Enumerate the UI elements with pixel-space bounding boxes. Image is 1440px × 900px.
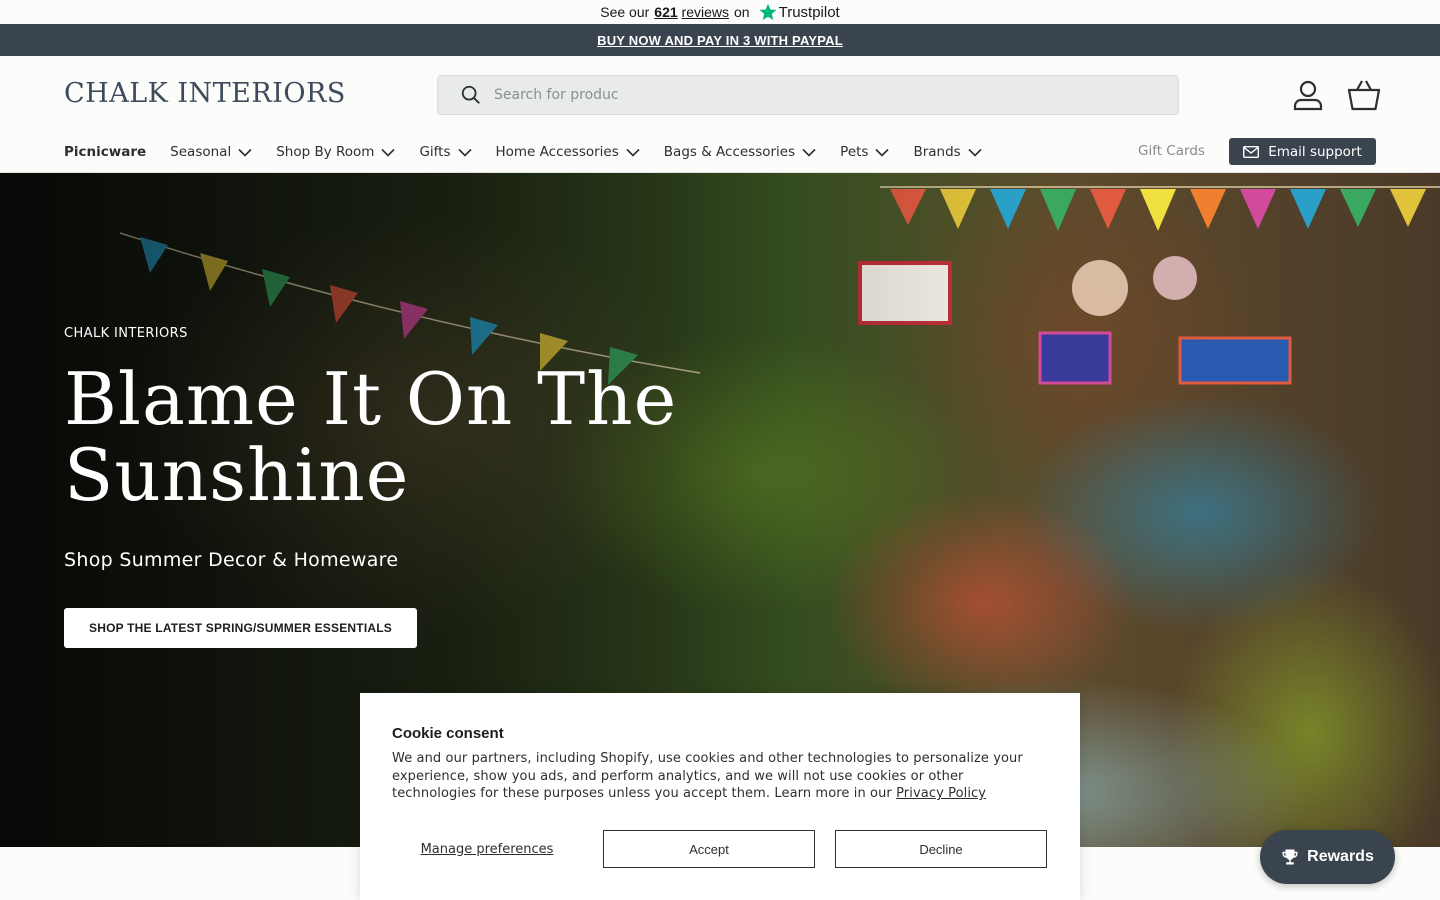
rewards-label: Rewards bbox=[1307, 848, 1374, 865]
shop-essentials-button[interactable]: SHOP THE LATEST SPRING/SUMMER ESSENTIALS bbox=[64, 608, 417, 648]
nav-item-gifts[interactable]: Gifts bbox=[419, 144, 472, 160]
chevron-down-icon bbox=[968, 148, 982, 157]
nav-item-shop-by-room[interactable]: Shop By Room bbox=[276, 144, 396, 160]
nav-label: Pets bbox=[840, 144, 869, 160]
reviews-text: reviews bbox=[681, 4, 730, 20]
paypal-promo-link[interactable]: BUY NOW AND PAY IN 3 WITH PAYPAL bbox=[597, 33, 843, 48]
nav-item-picnicware[interactable]: Picnicware bbox=[64, 144, 146, 160]
cart-button[interactable] bbox=[1347, 78, 1381, 112]
nav-label: Gifts bbox=[419, 144, 451, 160]
chevron-down-icon bbox=[381, 148, 396, 157]
chevron-down-icon bbox=[802, 148, 816, 157]
chevron-down-icon bbox=[457, 148, 472, 157]
site-logo[interactable]: CHALK INTERIORS bbox=[64, 78, 346, 109]
main-nav: Picnicware Seasonal Shop By Room Gifts H… bbox=[64, 144, 1006, 160]
decline-button[interactable]: Decline bbox=[835, 830, 1047, 868]
manage-preferences-button[interactable]: Manage preferences bbox=[392, 830, 582, 868]
nav-label: Bags & Accessories bbox=[663, 144, 796, 160]
star-icon bbox=[759, 3, 777, 20]
review-count: 621 bbox=[654, 4, 678, 20]
user-icon bbox=[1293, 80, 1323, 111]
mail-icon bbox=[1243, 145, 1260, 158]
trustpilot-brand: Trustpilot bbox=[778, 3, 840, 21]
nav-label: Picnicware bbox=[64, 144, 147, 160]
rewards-button[interactable]: Rewards bbox=[1260, 830, 1395, 884]
nav-item-bags-accessories[interactable]: Bags & Accessories bbox=[664, 144, 816, 160]
trustpilot-bar: See our 621 reviews on Trustpilot bbox=[0, 0, 1440, 24]
chevron-down-icon bbox=[875, 148, 890, 157]
nav-item-pets[interactable]: Pets bbox=[840, 144, 890, 160]
promo-bar: BUY NOW AND PAY IN 3 WITH PAYPAL bbox=[0, 24, 1440, 56]
privacy-policy-link[interactable]: Privacy Policy bbox=[896, 786, 986, 801]
account-button[interactable] bbox=[1291, 78, 1325, 112]
accept-button[interactable]: Accept bbox=[603, 830, 815, 868]
email-support-label: Email support bbox=[1268, 143, 1362, 160]
nav-label: Brands bbox=[913, 144, 961, 160]
nav-label: Shop By Room bbox=[276, 144, 375, 160]
cookie-body: We and our partners, including Shopify, … bbox=[392, 750, 1048, 803]
site-header: CHALK INTERIORS Picnicware Seasonal Shop… bbox=[0, 56, 1440, 173]
nav-label: Seasonal bbox=[170, 144, 232, 160]
email-support-button[interactable]: Email support bbox=[1229, 138, 1376, 165]
nav-item-home-accessories[interactable]: Home Accessories bbox=[496, 144, 640, 160]
trophy-icon bbox=[1282, 849, 1298, 865]
cookie-actions: Manage preferences Accept Decline bbox=[392, 830, 1048, 868]
cookie-title: Cookie consent bbox=[392, 725, 504, 742]
trustpilot-reviews-link[interactable]: 621 reviews bbox=[654, 4, 729, 20]
chevron-down-icon bbox=[626, 148, 640, 157]
trustpilot-logo[interactable]: Trustpilot bbox=[759, 3, 840, 21]
search-bar[interactable] bbox=[437, 75, 1179, 115]
cookie-consent-dialog: Cookie consent We and our partners, incl… bbox=[360, 693, 1080, 900]
basket-icon bbox=[1347, 80, 1381, 111]
trustpilot-suffix: on bbox=[734, 4, 750, 20]
chevron-down-icon bbox=[238, 148, 252, 157]
trustpilot-prefix: See our bbox=[600, 4, 650, 20]
gift-cards-link[interactable]: Gift Cards bbox=[1138, 143, 1205, 159]
nav-item-brands[interactable]: Brands bbox=[913, 144, 982, 160]
hero-kicker: CHALK INTERIORS bbox=[64, 326, 188, 341]
hero-title: Blame It On The Sunshine bbox=[64, 357, 678, 517]
search-input[interactable] bbox=[494, 87, 1094, 103]
nav-item-seasonal[interactable]: Seasonal bbox=[170, 144, 252, 160]
search-icon[interactable] bbox=[460, 84, 482, 106]
nav-label: Home Accessories bbox=[495, 144, 619, 160]
hero-subtitle: Shop Summer Decor & Homeware bbox=[64, 549, 399, 571]
